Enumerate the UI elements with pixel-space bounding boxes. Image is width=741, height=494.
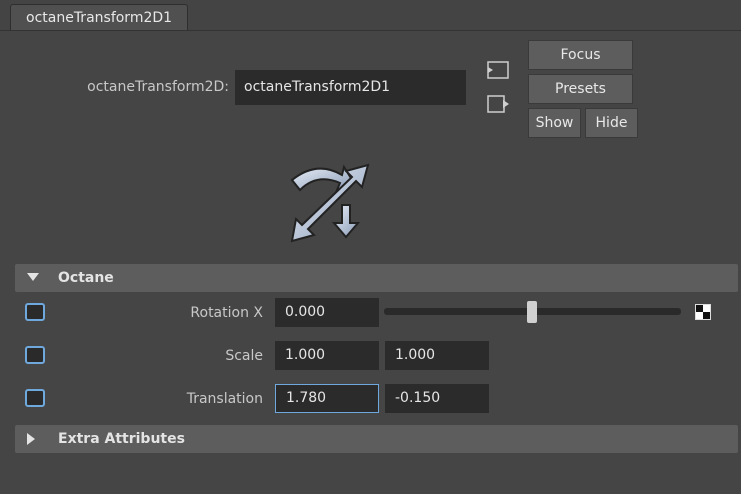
rotation-slider-handle[interactable]	[527, 301, 537, 323]
rotation-label: Rotation X	[190, 305, 263, 321]
transform-node-icon	[290, 163, 370, 243]
translation-y-field[interactable]: -0.150	[385, 384, 489, 413]
texture-map-icon[interactable]	[695, 304, 711, 320]
scale-label: Scale	[225, 348, 263, 364]
translation-label: Translation	[186, 391, 263, 407]
rotation-field[interactable]: 0.000	[275, 298, 379, 327]
scale-y-field[interactable]: 1.000	[385, 341, 489, 370]
scale-map-icon[interactable]	[25, 346, 45, 364]
presets-button[interactable]: Presets	[528, 74, 633, 104]
rotation-map-icon[interactable]	[25, 303, 45, 321]
output-connection-icon[interactable]	[487, 95, 509, 113]
input-connection-icon[interactable]	[487, 61, 509, 79]
octane-section-title: Octane	[58, 270, 114, 286]
translation-x-field[interactable]: 1.780	[275, 384, 379, 413]
extra-attributes-title: Extra Attributes	[58, 431, 185, 447]
collapsed-triangle-icon	[27, 433, 35, 445]
focus-button[interactable]: Focus	[528, 40, 633, 70]
expanded-triangle-icon	[27, 273, 39, 281]
show-button[interactable]: Show	[528, 108, 581, 138]
scale-x-field[interactable]: 1.000	[275, 341, 379, 370]
extra-attributes-section-header[interactable]: Extra Attributes	[15, 425, 738, 453]
node-name-field[interactable]: octaneTransform2D1	[235, 70, 466, 105]
translation-map-icon[interactable]	[25, 389, 45, 407]
octane-section-header[interactable]: Octane	[15, 264, 738, 292]
node-name-label: octaneTransform2D:	[87, 79, 229, 95]
tab-bar: octaneTransform2D1	[0, 0, 741, 31]
hide-button[interactable]: Hide	[585, 108, 638, 138]
tab-octane-transform[interactable]: octaneTransform2D1	[10, 4, 189, 31]
